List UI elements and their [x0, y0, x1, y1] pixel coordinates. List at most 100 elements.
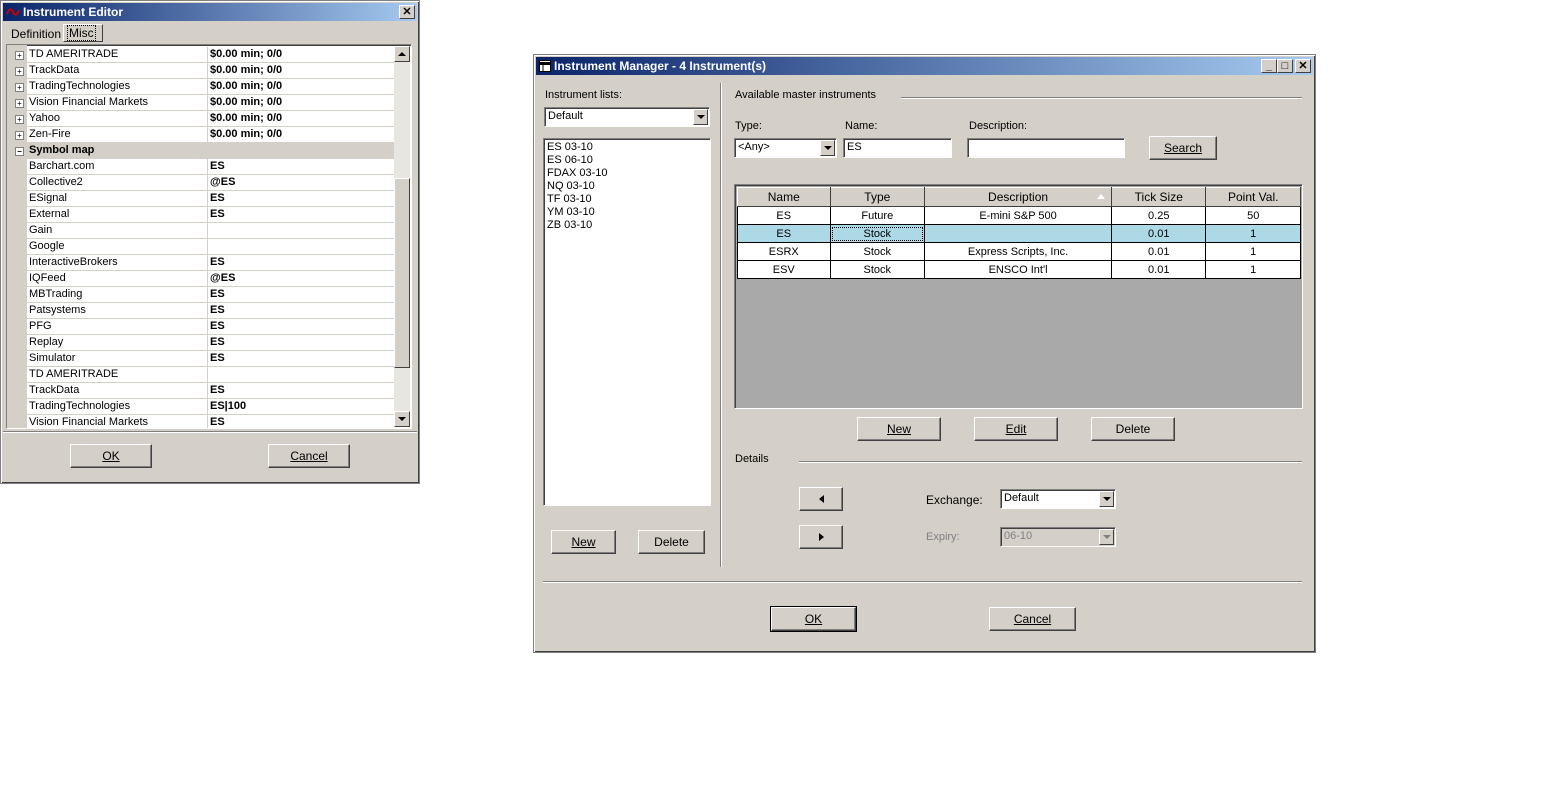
property-row[interactable]: Barchart.com ES	[9, 159, 397, 175]
property-value[interactable]: ES|100	[210, 400, 246, 412]
table-cell[interactable]: 1	[1205, 242, 1301, 261]
table-cell[interactable]	[924, 224, 1113, 243]
property-row[interactable]: Vision Financial Markets ES	[9, 415, 397, 428]
table-cell[interactable]: 0.01	[1111, 224, 1207, 243]
list-item[interactable]: NQ 03-10	[547, 180, 608, 193]
property-value[interactable]: ES	[210, 336, 225, 348]
table-row[interactable]: ESRX Stock Express Scripts, Inc. 0.01 1	[737, 242, 1301, 261]
list-item[interactable]: TF 03-10	[547, 193, 608, 206]
property-row[interactable]: ESignal ES	[9, 191, 397, 207]
property-row[interactable]: External ES	[9, 207, 397, 223]
list-item[interactable]: ES 06-10	[547, 154, 608, 167]
property-value[interactable]: ES	[210, 256, 225, 268]
property-value[interactable]: ES	[210, 384, 225, 396]
table-cell[interactable]: ESRX	[737, 242, 831, 261]
expand-icon[interactable]: +	[15, 67, 24, 76]
new-instrument-button[interactable]: New	[857, 417, 941, 441]
table-cell[interactable]: ES	[737, 206, 831, 225]
table-row[interactable]: ES Future E-mini S&P 500 0.25 50	[737, 206, 1301, 225]
property-value[interactable]: $0.00 min; 0/0	[210, 80, 282, 92]
close-icon[interactable]: ✕	[399, 5, 415, 19]
expand-icon[interactable]: +	[15, 131, 24, 140]
table-cell[interactable]: 1	[1205, 224, 1301, 243]
manager-titlebar[interactable]: Instrument Manager - 4 Instrument(s) _ □…	[536, 57, 1313, 75]
property-row[interactable]: InteractiveBrokers ES	[9, 255, 397, 271]
editor-ok-button[interactable]: OK	[70, 444, 152, 468]
editor-cancel-button[interactable]: Cancel	[268, 444, 350, 468]
property-row[interactable]: Collective2 @ES	[9, 175, 397, 191]
chevron-down-icon[interactable]	[693, 109, 708, 125]
property-value[interactable]: $0.00 min; 0/0	[210, 128, 282, 140]
property-value[interactable]: $0.00 min; 0/0	[210, 96, 282, 108]
expand-icon[interactable]: +	[15, 99, 24, 108]
table-cell[interactable]: Future	[829, 206, 926, 225]
property-row[interactable]: Replay ES	[9, 335, 397, 351]
scroll-up-icon[interactable]	[394, 46, 410, 62]
table-cell[interactable]: E-mini S&P 500	[924, 206, 1113, 225]
next-button[interactable]	[799, 525, 843, 549]
property-row[interactable]: TradingTechnologies ES|100	[9, 399, 397, 415]
table-cell[interactable]: Stock	[829, 260, 926, 279]
property-row[interactable]: IQFeed @ES	[9, 271, 397, 287]
table-row[interactable]: ES Stock 0.01 1	[737, 224, 1301, 243]
table-cell[interactable]: 0.01	[1111, 260, 1207, 279]
table-cell[interactable]: 0.25	[1111, 206, 1207, 225]
expiry-select[interactable]: 06-10	[1000, 527, 1116, 547]
property-value[interactable]: ES	[210, 288, 225, 300]
property-value[interactable]: ES	[210, 416, 225, 428]
list-new-button[interactable]: New	[551, 530, 616, 554]
list-item[interactable]: FDAX 03-10	[547, 167, 608, 180]
tab-misc[interactable]: Misc	[63, 24, 103, 42]
instrument-list-box[interactable]: ES 03-10 ES 06-10 FDAX 03-10 NQ 03-10 TF 03-…	[543, 138, 711, 506]
exchange-select[interactable]: Default	[1000, 489, 1116, 509]
column-header[interactable]: Tick Size	[1111, 187, 1207, 207]
column-header[interactable]: Name	[737, 187, 831, 207]
chevron-down-icon[interactable]	[1099, 491, 1114, 507]
expand-icon[interactable]: +	[15, 115, 24, 124]
table-cell[interactable]: Stock	[829, 224, 926, 243]
table-cell[interactable]: 0.01	[1111, 242, 1207, 261]
delete-instrument-button[interactable]: Delete	[1091, 417, 1175, 441]
search-button[interactable]: Search	[1149, 136, 1217, 160]
scroll-thumb[interactable]	[394, 178, 410, 368]
manager-ok-button[interactable]: OK	[770, 606, 857, 632]
scroll-down-icon[interactable]	[394, 411, 410, 427]
property-row[interactable]: Gain	[9, 223, 397, 239]
property-row[interactable]: PFG ES	[9, 319, 397, 335]
column-header[interactable]: Point Val.	[1205, 187, 1301, 207]
list-delete-button[interactable]: Delete	[638, 530, 705, 554]
property-category[interactable]: − Symbol map	[9, 143, 397, 159]
vertical-scrollbar[interactable]	[394, 46, 410, 427]
column-header[interactable]: Type	[829, 187, 926, 207]
property-value[interactable]: ES	[210, 192, 225, 204]
manager-cancel-button[interactable]: Cancel	[989, 607, 1076, 631]
chevron-down-icon[interactable]	[820, 140, 835, 156]
collapse-icon[interactable]: −	[15, 147, 24, 156]
property-row[interactable]: Patsystems ES	[9, 303, 397, 319]
property-row[interactable]: TD AMERITRADE	[9, 367, 397, 383]
table-cell[interactable]: Express Scripts, Inc.	[924, 242, 1113, 261]
list-item[interactable]: ZB 03-10	[547, 219, 608, 232]
minimize-icon[interactable]: _	[1261, 59, 1277, 73]
property-value[interactable]: ES	[210, 208, 225, 220]
editor-titlebar[interactable]: Instrument Editor ✕	[3, 3, 417, 21]
table-cell[interactable]: 50	[1205, 206, 1301, 225]
property-value[interactable]: ES	[210, 320, 225, 332]
tab-definition[interactable]: Definition	[7, 26, 65, 42]
close-icon[interactable]: ✕	[1295, 59, 1311, 73]
property-row[interactable]: + Zen-Fire $0.00 min; 0/0	[9, 127, 397, 143]
property-row[interactable]: Simulator ES	[9, 351, 397, 367]
previous-button[interactable]	[799, 487, 843, 511]
property-value[interactable]: $0.00 min; 0/0	[210, 112, 282, 124]
property-value[interactable]: @ES	[210, 272, 235, 284]
property-value[interactable]: ES	[210, 160, 225, 172]
property-value[interactable]: ES	[210, 304, 225, 316]
table-cell[interactable]: ENSCO Int'l	[924, 260, 1113, 279]
list-item[interactable]: YM 03-10	[547, 206, 608, 219]
property-row[interactable]: + Yahoo $0.00 min; 0/0	[9, 111, 397, 127]
table-cell[interactable]: Stock	[829, 242, 926, 261]
property-row[interactable]: + TradingTechnologies $0.00 min; 0/0	[9, 79, 397, 95]
property-value[interactable]: @ES	[210, 176, 235, 188]
edit-instrument-button[interactable]: Edit	[974, 417, 1058, 441]
expand-icon[interactable]: +	[15, 51, 24, 60]
